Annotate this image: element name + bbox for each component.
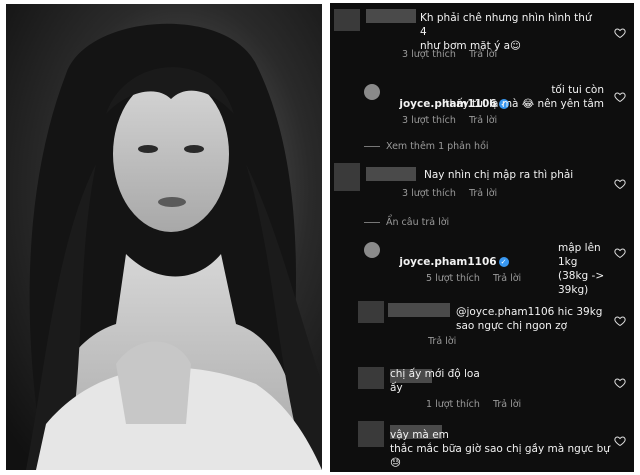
- comment-meta: 3 lượt thích Trả lời: [402, 49, 507, 60]
- comment-meta: 3 lượt thích Trả lời: [402, 115, 507, 126]
- redacted-username: [366, 167, 416, 181]
- comment-text: tối tui còn thấy tui lạ mà 😂 nên yên tâm: [445, 84, 604, 110]
- avatar[interactable]: [364, 242, 380, 258]
- heart-icon[interactable]: [614, 91, 626, 103]
- post-photo: [6, 4, 322, 470]
- hide-replies[interactable]: Ẩn câu trả lời: [364, 217, 449, 228]
- comment-meta: 5 lượt thích Trả lời: [426, 273, 531, 284]
- comment-text: Kh phải chê nhưng nhìn hình thứ 4 như bơ…: [420, 12, 592, 52]
- avatar[interactable]: [334, 163, 360, 191]
- avatar[interactable]: [358, 421, 384, 447]
- avatar[interactable]: [334, 9, 360, 31]
- heart-icon[interactable]: [614, 27, 626, 39]
- reply-link[interactable]: Trả lời: [469, 49, 497, 60]
- like-count[interactable]: 3 lượt thích: [402, 115, 456, 126]
- comments-panel: Kh phải chê nhưng nhìn hình thứ 4 như bơ…: [330, 3, 634, 472]
- like-count[interactable]: 1 lượt thích: [426, 399, 480, 410]
- avatar[interactable]: [358, 301, 384, 323]
- comment-text: Nay nhìn chị mập ra thì phải: [424, 169, 574, 181]
- like-count[interactable]: 3 lượt thích: [402, 188, 456, 199]
- heart-icon[interactable]: [614, 178, 626, 190]
- like-count[interactable]: 5 lượt thích: [426, 273, 480, 284]
- reply-link[interactable]: Trả lời: [493, 273, 521, 284]
- heart-icon[interactable]: [614, 435, 626, 447]
- redacted-username: [388, 303, 450, 317]
- heart-icon[interactable]: [614, 377, 626, 389]
- redacted-username: [366, 9, 416, 23]
- comment-meta: Trả lời: [428, 336, 466, 347]
- reply-link[interactable]: Trả lời: [469, 115, 497, 126]
- comment-meta: 3 lượt thích Trả lời: [402, 188, 507, 199]
- avatar[interactable]: [358, 367, 384, 389]
- heart-icon[interactable]: [614, 315, 626, 327]
- view-more-replies[interactable]: Xem thêm 1 phản hồi: [364, 141, 489, 152]
- comment-meta: 1 lượt thích Trả lời: [426, 399, 531, 410]
- comment-text: @joyce.pham1106 hic 39kg sao ngực chị ng…: [456, 306, 603, 332]
- reply-link[interactable]: Trả lời: [428, 336, 456, 347]
- reply-link[interactable]: Trả lời: [493, 399, 521, 410]
- portrait-image: [6, 4, 322, 470]
- avatar[interactable]: [364, 84, 380, 100]
- reply-link[interactable]: Trả lời: [469, 188, 497, 199]
- heart-icon[interactable]: [614, 247, 626, 259]
- like-count[interactable]: 3 lượt thích: [402, 49, 456, 60]
